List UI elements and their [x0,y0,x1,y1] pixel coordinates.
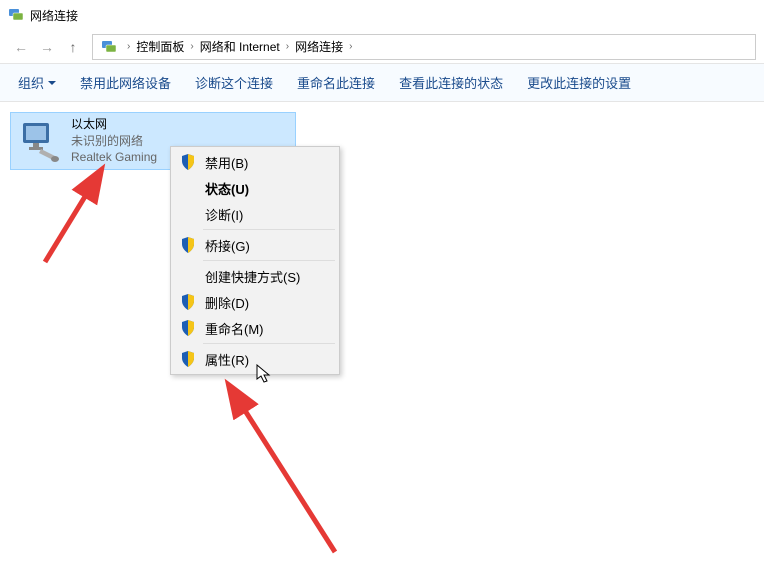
breadcrumb-item[interactable]: 控制面板 [136,38,184,55]
window-title: 网络连接 [30,7,78,24]
blank-icon [179,205,197,223]
view-status-button[interactable]: 查看此连接的状态 [389,67,513,98]
adapter-status: 未识别的网络 [71,133,157,150]
menu-diagnose[interactable]: 诊断(I) [173,201,337,227]
breadcrumb-item[interactable]: 网络和 Internet [200,38,280,55]
network-connections-icon [8,7,24,23]
rename-button[interactable]: 重命名此连接 [287,67,385,98]
menu-status[interactable]: 状态(U) [173,175,337,201]
annotation-arrow-icon [30,152,120,272]
blank-icon [179,267,197,285]
menu-delete[interactable]: 删除(D) [173,289,337,315]
shield-icon [179,350,197,368]
breadcrumb[interactable]: › 控制面板 › 网络和 Internet › 网络连接 › [92,34,756,60]
menu-create-shortcut[interactable]: 创建快捷方式(S) [173,263,337,289]
blank-icon [179,179,197,197]
menu-item-label: 桥接(G) [205,236,250,255]
chevron-right-icon: › [280,41,295,52]
address-bar-row: ← → ↑ › 控制面板 › 网络和 Internet › 网络连接 › [0,30,764,64]
shield-icon [179,236,197,254]
forward-button[interactable]: → [34,34,60,60]
shield-icon [179,319,197,337]
organize-button[interactable]: 组织 [8,67,66,98]
adapter-device: Realtek Gaming [71,149,157,166]
content-area: 以太网 未识别的网络 Realtek Gaming 禁用(B) 状态(U) 诊断… [0,102,764,554]
menu-item-label: 属性(R) [205,350,249,369]
menu-separator [203,343,335,344]
back-button[interactable]: ← [8,34,34,60]
menu-item-label: 重命名(M) [205,319,264,338]
shield-icon [179,153,197,171]
context-menu: 禁用(B) 状态(U) 诊断(I) 桥接(G) 创建快捷方式(S) 删除(D) [170,146,340,375]
menu-item-label: 诊断(I) [205,205,243,224]
menu-separator [203,229,335,230]
network-connections-icon [101,39,117,55]
toolbar: 组织 禁用此网络设备 诊断这个连接 重命名此连接 查看此连接的状态 更改此连接的… [0,64,764,102]
menu-item-label: 删除(D) [205,293,249,312]
menu-item-label: 禁用(B) [205,153,248,172]
adapter-info: 以太网 未识别的网络 Realtek Gaming [71,116,157,166]
menu-bridge[interactable]: 桥接(G) [173,232,337,258]
chevron-right-icon: › [343,41,358,52]
change-settings-button[interactable]: 更改此连接的设置 [517,67,641,98]
up-button[interactable]: ↑ [60,34,86,60]
menu-rename[interactable]: 重命名(M) [173,315,337,341]
menu-item-label: 状态(U) [205,179,249,198]
diagnose-button[interactable]: 诊断这个连接 [185,67,283,98]
menu-properties[interactable]: 属性(R) [173,346,337,372]
menu-disable[interactable]: 禁用(B) [173,149,337,175]
breadcrumb-item[interactable]: 网络连接 [295,38,343,55]
titlebar: 网络连接 [0,0,764,30]
chevron-right-icon: › [121,41,136,52]
annotation-arrow-icon [210,372,350,562]
chevron-right-icon: › [184,41,199,52]
adapter-name: 以太网 [71,116,157,133]
ethernet-adapter-icon [19,119,63,163]
menu-separator [203,260,335,261]
shield-icon [179,293,197,311]
menu-item-label: 创建快捷方式(S) [205,267,300,286]
disable-device-button[interactable]: 禁用此网络设备 [70,67,181,98]
